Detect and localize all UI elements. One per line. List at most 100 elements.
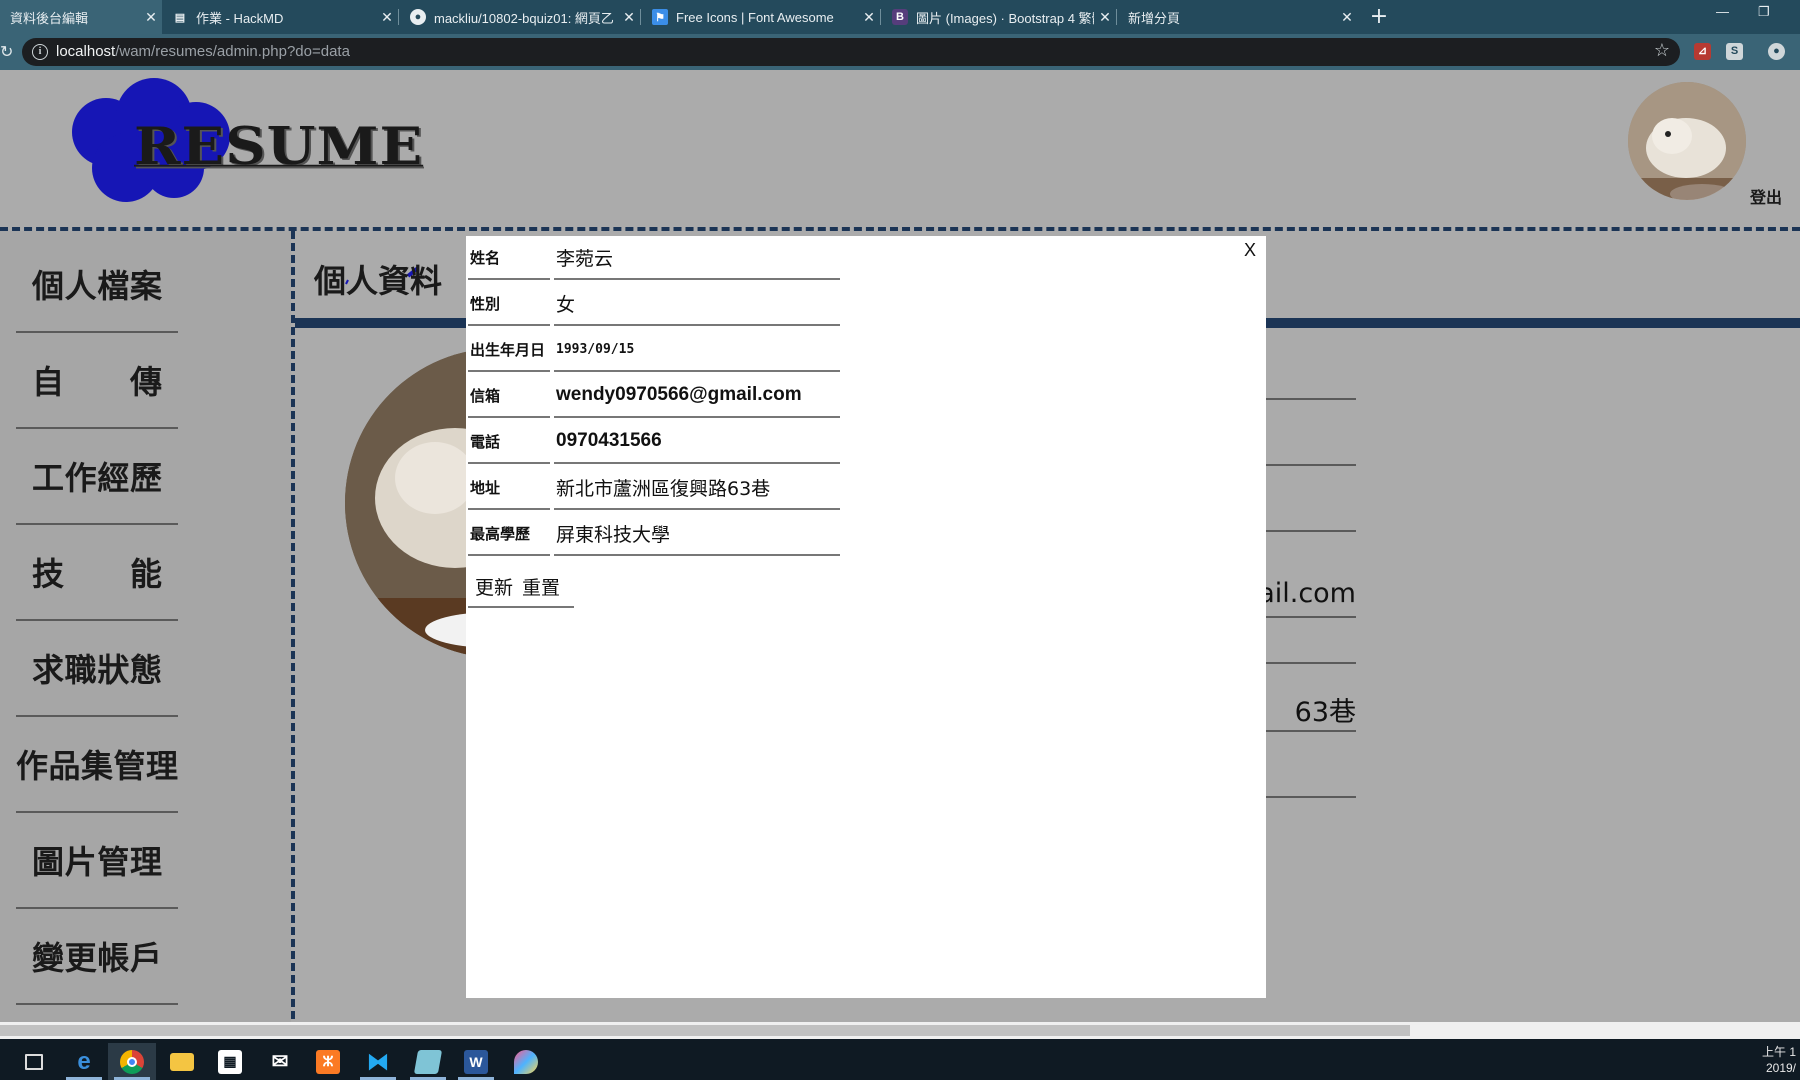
sidebar-item-portfolio[interactable]: 作品集管理 [16, 717, 178, 813]
close-tab-icon[interactable]: ✕ [1336, 9, 1358, 26]
close-tab-icon[interactable]: ✕ [858, 9, 880, 26]
sidebar-item-label: 個人檔案 [32, 267, 162, 305]
file-explorer-icon[interactable] [158, 1043, 206, 1080]
scrollbar-thumb[interactable] [0, 1025, 1410, 1036]
tab-title: mackliu/10802-bquiz01: 網頁乙 [434, 10, 614, 26]
address-field[interactable]: 新北市蘆洲區復興路63巷 [554, 466, 840, 510]
sidebar-item-job-status[interactable]: 求職狀態 [16, 621, 178, 717]
name-field[interactable]: 李菀云 [554, 236, 840, 280]
sidebar-item-label: 求職狀態 [32, 651, 162, 689]
gender-field[interactable]: 女 [554, 282, 840, 326]
taskbar: e ▦ ✉ ⵣ ⧓ W 上午 1 2019/ [0, 1039, 1800, 1080]
bootstrap-icon: B [892, 9, 908, 25]
field-label: 最高學歷 [468, 512, 550, 556]
tab-title: 作業 - HackMD [196, 10, 284, 26]
sidebar-item-images[interactable]: 圖片管理 [16, 813, 178, 909]
clock-time: 上午 1 [1761, 1045, 1796, 1059]
field-label: 性別 [468, 282, 550, 326]
tab-bootstrap[interactable]: B 圖片 (Images) · Bootstrap 4 繁體 ✕ [882, 0, 1116, 34]
site-logo[interactable]: RESUME [134, 116, 423, 177]
sidebar-item-label: 變更帳戶 [32, 939, 162, 977]
profile-icon[interactable]: ● [1768, 43, 1785, 60]
close-tab-icon[interactable]: ✕ [376, 9, 398, 26]
page-title: 個人資料 [314, 262, 443, 300]
sidebar-item-label: 工作經歷 [32, 459, 162, 497]
edge-icon[interactable]: e [60, 1043, 108, 1080]
education-field[interactable]: 屏東科技大學 [554, 512, 840, 556]
horizontal-scrollbar[interactable] [0, 1022, 1800, 1039]
tab-title: 資料後台編輯 [10, 10, 89, 26]
task-view-icon[interactable] [10, 1043, 58, 1080]
document-icon: ▤ [174, 11, 186, 24]
field-label: 信箱 [468, 374, 550, 418]
sidebar-divider [291, 231, 295, 1022]
flag-icon: ⚑ [652, 9, 668, 25]
minimize-icon[interactable]: — [1716, 4, 1729, 19]
sidebar-item-work-history[interactable]: 工作經歷 [16, 429, 178, 525]
reset-button[interactable]: 重置 [520, 573, 567, 600]
close-tab-icon[interactable]: ✕ [618, 9, 640, 26]
tab-title: 新增分頁 [1128, 10, 1181, 26]
email-field[interactable]: wendy0970566@gmail.com [554, 374, 840, 418]
tab-hackmd[interactable]: ▤ 作業 - HackMD ✕ [162, 0, 398, 34]
s-extension-icon[interactable]: S [1726, 43, 1743, 60]
restore-icon[interactable]: ❐ [1758, 4, 1770, 20]
chrome-icon[interactable] [108, 1043, 156, 1080]
mail-icon[interactable]: ✉ [256, 1043, 304, 1080]
sidebar-item-label: 自 傳 [32, 363, 162, 401]
field-label: 電話 [468, 420, 550, 464]
form-actions: 更新 重置 [468, 566, 574, 608]
tab-font-awesome[interactable]: ⚑ Free Icons | Font Awesome ✕ [642, 0, 880, 34]
sidebar: 個人檔案 自 傳 工作經歷 技 能 求職狀態 作品集管理 圖片管理 變更帳戶 [0, 231, 291, 1022]
tab-separator [880, 9, 881, 25]
tab-title: 圖片 (Images) · Bootstrap 4 繁體 [916, 10, 1094, 26]
update-button[interactable]: 更新 [468, 573, 520, 600]
reload-icon[interactable]: ↻ [0, 42, 13, 61]
sidebar-item-account[interactable]: 變更帳戶 [16, 909, 178, 1005]
bookmark-star-icon[interactable]: ☆ [1654, 40, 1670, 61]
xampp-icon[interactable]: ⵣ [304, 1043, 352, 1080]
pdf-extension-icon[interactable]: ⊿ [1694, 43, 1711, 60]
birthday-field[interactable]: 1993/09/15 [554, 328, 840, 372]
notepad-icon[interactable] [404, 1043, 452, 1080]
vscode-icon[interactable]: ⧓ [354, 1043, 402, 1080]
close-tab-icon[interactable]: ✕ [1094, 9, 1116, 26]
new-tab-button[interactable]: + [1366, 4, 1392, 30]
modal-close-button[interactable]: X [1244, 240, 1256, 261]
field-label: 地址 [468, 466, 550, 510]
edit-profile-modal: X 姓名 李菀云 性別 女 出生年月日 1993/09/15 信箱 wendy0… [466, 236, 1266, 998]
word-icon[interactable]: W [452, 1043, 500, 1080]
store-icon[interactable]: ▦ [206, 1043, 254, 1080]
tab-github[interactable]: ● mackliu/10802-bquiz01: 網頁乙 ✕ [400, 0, 640, 34]
user-avatar[interactable] [1628, 82, 1746, 200]
sidebar-item-skills[interactable]: 技 能 [16, 525, 178, 621]
sidebar-item-profile[interactable]: 個人檔案 [16, 237, 178, 333]
github-icon: ● [410, 9, 426, 25]
sidebar-item-label: 技 能 [32, 555, 162, 593]
info-icon[interactable]: i [32, 44, 48, 60]
sidebar-item-autobiography[interactable]: 自 傳 [16, 333, 178, 429]
close-tab-icon[interactable]: ✕ [140, 9, 162, 26]
tab-new[interactable]: 新增分頁 ✕ [1118, 0, 1358, 34]
tab-separator [1116, 9, 1117, 25]
address-bar-row: ↻ i localhost/wam/resumes/admin.php?do=d… [0, 34, 1800, 70]
field-label: 姓名 [468, 236, 550, 280]
url-host: localhost [56, 43, 116, 60]
sidebar-item-label: 圖片管理 [32, 843, 162, 881]
clock-date: 2019/ [1765, 1061, 1796, 1075]
logout-link[interactable]: 登出 [1750, 184, 1782, 208]
tab-separator [398, 9, 399, 25]
url-text: localhost/wam/resumes/admin.php?do=data [56, 43, 350, 60]
url-path: /wam/resumes/admin.php?do=data [115, 43, 350, 60]
tab-admin-edit[interactable]: 資料後台編輯 ✕ [0, 0, 162, 34]
url-field[interactable]: i localhost/wam/resumes/admin.php?do=dat… [22, 38, 1680, 66]
field-label: 出生年月日 [468, 328, 550, 372]
sidebar-item-label: 作品集管理 [16, 747, 178, 785]
phone-field[interactable]: 0970431566 [554, 420, 840, 464]
page-viewport: RESUME 登出 個人檔案 自 傳 工作經歷 技 能 求職狀態 作品集管理 圖… [0, 70, 1800, 1022]
paint-icon[interactable] [502, 1043, 550, 1080]
tab-title: Free Icons | Font Awesome [676, 9, 834, 25]
tab-separator [640, 9, 641, 25]
browser-tab-bar: 資料後台編輯 ✕ ▤ 作業 - HackMD ✕ ● mackliu/10802… [0, 0, 1800, 34]
system-clock[interactable]: 上午 1 2019/ [1762, 1044, 1796, 1076]
